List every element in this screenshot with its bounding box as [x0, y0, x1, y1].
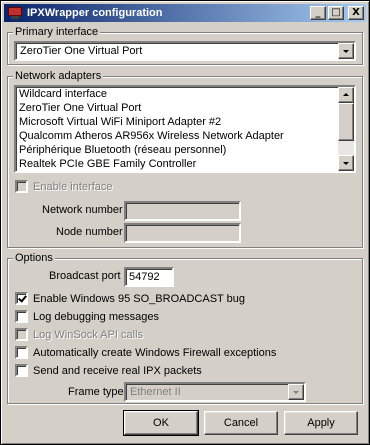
network-number-field[interactable] — [124, 201, 241, 221]
broadcast-port-value: 54792 — [129, 271, 160, 283]
log-winsock-row[interactable]: Log WinSock API calls — [15, 328, 143, 341]
scroll-up-arrow-icon[interactable] — [338, 87, 354, 103]
log-debugging-label: Log debugging messages — [33, 310, 159, 323]
list-item[interactable]: Qualcomm Atheros AR956x Wireless Network… — [16, 129, 354, 143]
auto-firewall-checkbox[interactable] — [15, 346, 28, 359]
chevron-down-icon[interactable] — [338, 43, 354, 59]
log-winsock-checkbox[interactable] — [15, 328, 28, 341]
frame-type-select[interactable]: Ethernet II — [124, 382, 306, 402]
cancel-button[interactable]: Cancel — [204, 411, 278, 435]
scroll-thumb[interactable] — [338, 103, 354, 141]
title-bar[interactable]: IPXWrapper configuration _ □ X — [4, 4, 366, 22]
window-title: IPXWrapper configuration — [27, 7, 163, 19]
list-item[interactable]: Microsoft Virtual WiFi Miniport Adapter … — [16, 115, 354, 129]
scroll-down-arrow-icon[interactable] — [338, 155, 354, 171]
close-button[interactable]: X — [348, 6, 364, 20]
list-item[interactable]: Wildcard interface — [16, 87, 354, 101]
list-item[interactable]: Périphérique Bluetooth (réseau personnel… — [16, 143, 354, 157]
chevron-down-icon[interactable] — [288, 384, 304, 400]
enable-interface-label: Enable interface — [33, 180, 113, 193]
frame-type-label: Frame type — [68, 386, 124, 398]
apply-button[interactable]: Apply — [284, 411, 358, 435]
ok-button[interactable]: OK — [123, 410, 199, 436]
primary-interface-value: ZeroTier One Virtual Port — [20, 45, 143, 57]
node-number-label: Node number — [56, 226, 123, 238]
options-legend: Options — [13, 251, 55, 265]
broadcast-port-field[interactable]: 54792 — [124, 267, 174, 287]
network-adapters-list[interactable]: Wildcard interface ZeroTier One Virtual … — [14, 85, 356, 173]
ipxwrapper-config-window: IPXWrapper configuration _ □ X Primary i… — [0, 0, 370, 445]
adapters-scrollbar[interactable] — [338, 87, 354, 171]
node-number-field[interactable] — [124, 223, 241, 243]
broadcast-port-label: Broadcast port — [49, 270, 121, 282]
auto-firewall-label: Automatically create Windows Firewall ex… — [33, 346, 277, 359]
so-broadcast-row[interactable]: Enable Windows 95 SO_BROADCAST bug — [15, 292, 245, 305]
minimize-button[interactable]: _ — [310, 6, 326, 20]
log-debugging-row[interactable]: Log debugging messages — [15, 310, 159, 323]
network-number-label: Network number — [42, 204, 123, 216]
frame-type-value: Ethernet II — [130, 386, 181, 398]
primary-interface-legend: Primary interface — [13, 25, 101, 39]
network-adapters-legend: Network adapters — [13, 69, 104, 83]
maximize-button[interactable]: □ — [328, 6, 344, 20]
auto-firewall-row[interactable]: Automatically create Windows Firewall ex… — [15, 346, 276, 359]
primary-interface-group: Primary interface ZeroTier One Virtual P… — [7, 25, 363, 65]
enable-interface-row[interactable]: Enable interface — [15, 180, 113, 193]
so-broadcast-label: Enable Windows 95 SO_BROADCAST bug — [33, 292, 245, 305]
send-real-ipx-checkbox[interactable] — [15, 364, 28, 377]
send-real-ipx-label: Send and receive real IPX packets — [33, 364, 202, 377]
options-group: Options Broadcast port 54792 Enable Wind… — [7, 251, 363, 404]
log-debugging-checkbox[interactable] — [15, 310, 28, 323]
monitor-icon — [7, 7, 23, 19]
list-item[interactable]: ZeroTier One Virtual Port — [16, 101, 354, 115]
network-adapters-group: Network adapters Wildcard interface Zero… — [7, 69, 363, 248]
so-broadcast-checkbox[interactable] — [15, 292, 28, 305]
primary-interface-select[interactable]: ZeroTier One Virtual Port — [14, 41, 356, 61]
log-winsock-label: Log WinSock API calls — [33, 328, 144, 341]
send-real-ipx-row[interactable]: Send and receive real IPX packets — [15, 364, 202, 377]
enable-interface-checkbox[interactable] — [15, 180, 28, 193]
list-item[interactable]: Realtek PCIe GBE Family Controller — [16, 157, 354, 171]
